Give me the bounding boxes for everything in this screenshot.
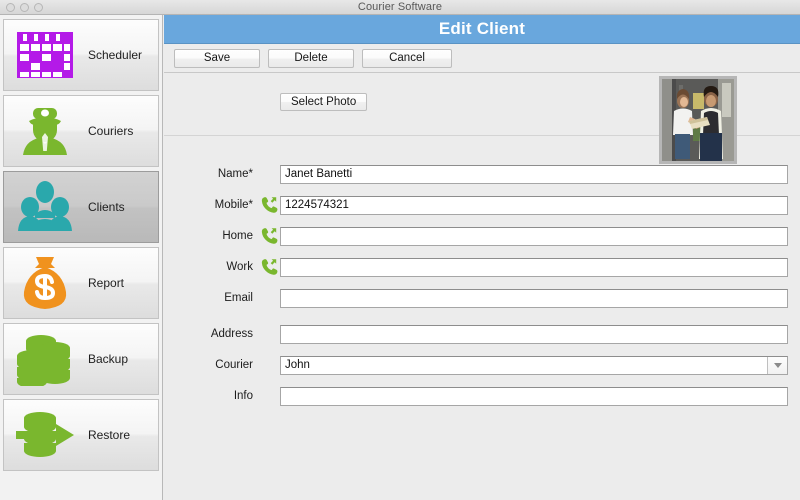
database-restore-icon (4, 401, 86, 469)
photo-section: Select Photo (164, 73, 800, 164)
field-label: Home (222, 230, 253, 242)
sidebar-item-couriers[interactable]: Couriers (3, 95, 159, 167)
select-photo-button[interactable]: Select Photo (280, 93, 368, 111)
cancel-button[interactable]: Cancel (362, 48, 452, 68)
phone-call-icon[interactable] (258, 196, 280, 214)
save-button[interactable]: Save (174, 48, 260, 68)
sidebar-item-label: Report (88, 276, 125, 290)
field-label: Work (226, 261, 253, 273)
chevron-down-icon[interactable] (767, 356, 787, 374)
form-toolbar: Save Delete Cancel (164, 44, 800, 73)
field-mobile: Mobile* 1224574321 (180, 195, 800, 215)
field-home: Home (180, 226, 800, 246)
phone-call-icon[interactable] (258, 258, 280, 276)
sidebar-item-backup[interactable]: Backup (3, 323, 159, 395)
client-form: Name* Janet Banetti Mobile* 1224574321 H… (164, 136, 800, 406)
field-info: Info (180, 386, 800, 406)
page-title: Edit Client (438, 19, 526, 38)
sidebar-item-report[interactable]: Report (3, 247, 159, 319)
mobile-input[interactable]: 1224574321 (280, 195, 788, 215)
courier-person-icon (4, 97, 86, 165)
money-bag-icon (4, 249, 86, 317)
field-address: Address (180, 324, 800, 344)
sidebar-item-clients[interactable]: Clients (3, 171, 159, 243)
window-title: Courier Software (357, 1, 443, 13)
sidebar-item-label: Clients (88, 200, 125, 214)
field-work: Work (180, 257, 800, 277)
field-label: Email (224, 292, 253, 304)
field-email: Email (180, 288, 800, 308)
field-label: Courier (215, 359, 253, 371)
clients-group-icon (4, 173, 86, 241)
field-label: Address (210, 328, 253, 340)
sidebar-item-restore[interactable]: Restore (3, 399, 159, 471)
application-window: Courier Software Scheduler Couriers Clie… (0, 0, 800, 500)
address-input[interactable] (280, 324, 788, 344)
calendar-icon (4, 21, 86, 89)
sidebar: Scheduler Couriers Clients Report Backup… (0, 15, 163, 500)
name-input[interactable]: Janet Banetti (280, 164, 788, 184)
caret-glyph (773, 362, 782, 368)
sidebar-item-label: Restore (88, 428, 131, 442)
courier-select-value: John (285, 359, 310, 371)
field-courier: Courier John (180, 355, 800, 375)
field-label: Name* (217, 168, 253, 180)
delete-button[interactable]: Delete (268, 48, 354, 68)
email-input[interactable] (280, 288, 788, 308)
field-label: Info (233, 390, 253, 402)
window-titlebar: Courier Software (0, 0, 800, 15)
main-panel: Edit Client Save Delete Cancel Select Ph… (164, 15, 800, 500)
database-stack-icon (4, 325, 86, 393)
phone-call-icon[interactable] (258, 227, 280, 245)
courier-select[interactable]: John (280, 355, 788, 375)
field-label: Mobile* (214, 199, 253, 211)
page-banner: Edit Client (164, 15, 800, 44)
info-input[interactable] (280, 386, 788, 406)
sidebar-item-label: Couriers (88, 124, 134, 138)
field-name: Name* Janet Banetti (180, 164, 800, 184)
sidebar-item-scheduler[interactable]: Scheduler (3, 19, 159, 91)
sidebar-item-label: Backup (88, 352, 129, 366)
sidebar-item-label: Scheduler (88, 48, 143, 62)
home-phone-input[interactable] (280, 226, 788, 246)
work-phone-input[interactable] (280, 257, 788, 277)
